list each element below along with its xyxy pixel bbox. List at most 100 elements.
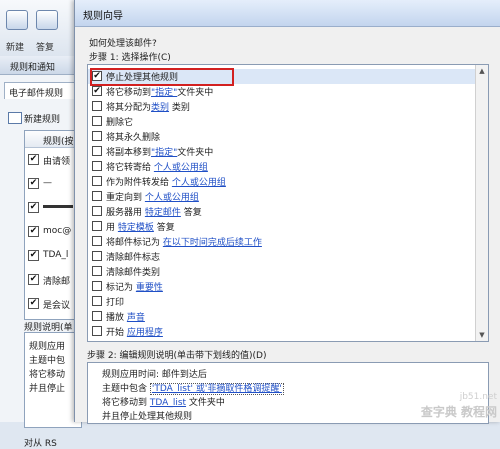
rule-name: 由请领 <box>43 157 71 167</box>
rule-row[interactable]: ✔ 清除邮 <box>27 271 81 287</box>
action-item[interactable]: 清除邮件标志 <box>88 249 476 264</box>
action-value-link[interactable]: "指定" <box>151 88 177 98</box>
rule-name: 是会议 <box>43 301 71 311</box>
desc-line-1: 规则应用时间: 邮件到达后 <box>102 370 207 380</box>
action-checkbox[interactable] <box>92 116 102 126</box>
action-item[interactable]: 将副本移到"指定"文件夹中 <box>88 144 476 159</box>
subject-words-link[interactable]: 'TDA_list' 或'非摘取件格调提醒' <box>149 383 284 395</box>
desc-prefix: 将它移动到 <box>102 398 148 408</box>
action-text: 标记为 <box>106 283 136 293</box>
reply-icon[interactable] <box>36 10 58 30</box>
action-value-link[interactable]: 在以下时间完成后续工作 <box>163 238 262 248</box>
action-item[interactable]: 开始 应用程序 <box>88 324 476 339</box>
action-checkbox[interactable] <box>92 161 102 171</box>
action-item[interactable]: 标记为 重要性 <box>88 279 476 294</box>
action-label: 将其分配为类别 类别 <box>106 100 190 113</box>
action-label: 将它转寄给 个人或公用组 <box>106 160 208 173</box>
action-value-link[interactable]: 应用程序 <box>127 328 163 338</box>
action-item[interactable]: 播放 声音 <box>88 309 476 324</box>
rule-row[interactable]: ✔ TDA_l <box>27 247 81 263</box>
folder-link[interactable]: TDA_list <box>150 398 186 408</box>
action-label: 开始 应用程序 <box>106 325 163 338</box>
action-list-scrollbar[interactable]: ▲ ▼ <box>475 65 488 341</box>
action-item[interactable]: 将其永久删除 <box>88 129 476 144</box>
scroll-up-icon[interactable]: ▲ <box>477 65 487 77</box>
ribbon-reply-label: 答复 <box>36 43 55 53</box>
desc-line: 规则应用 <box>29 342 66 352</box>
scroll-down-icon[interactable]: ▼ <box>477 329 487 341</box>
rule-checkbox[interactable]: ✔ <box>28 250 39 261</box>
action-checkbox[interactable] <box>92 176 102 186</box>
rule-checkbox[interactable]: ✔ <box>28 298 39 309</box>
action-label: 删除它 <box>106 115 133 128</box>
action-checkbox[interactable] <box>92 281 102 291</box>
action-item[interactable]: 将其分配为类别 类别 <box>88 99 476 114</box>
action-item[interactable]: 重定向到 个人或公用组 <box>88 189 476 204</box>
rule-row[interactable]: ✔ <box>27 199 81 215</box>
action-item[interactable]: 清除邮件类别 <box>88 264 476 279</box>
action-checkbox[interactable] <box>92 251 102 261</box>
action-label: 重定向到 个人或公用组 <box>106 190 199 203</box>
action-checkbox[interactable] <box>92 191 102 201</box>
action-value-link[interactable]: 个人或公用组 <box>145 193 199 203</box>
action-label: 将副本移到"指定"文件夹中 <box>106 145 213 158</box>
desc-line: 并且停止 <box>29 384 66 394</box>
rule-checkbox[interactable]: ✔ <box>28 178 39 189</box>
action-value-link[interactable]: 个人或公用组 <box>172 178 226 188</box>
action-text: 服务器用 <box>106 208 145 218</box>
action-text: 答复 <box>180 208 202 218</box>
rule-row[interactable]: ✔ 是会议 <box>27 295 81 311</box>
action-value-link[interactable]: 个人或公用组 <box>154 163 208 173</box>
action-checkbox[interactable] <box>92 131 102 141</box>
new-rule-icon <box>8 112 22 124</box>
action-value-link[interactable]: 类别 <box>151 103 169 113</box>
action-checkbox[interactable] <box>92 221 102 231</box>
action-item[interactable]: ✔ 将它移动到"指定"文件夹中 <box>88 84 476 99</box>
rule-row[interactable]: ✔ moc@ <box>27 223 81 239</box>
action-item[interactable]: 将它转寄给 个人或公用组 <box>88 159 476 174</box>
rss-checkbox[interactable]: 对从 RS <box>24 436 57 449</box>
rule-checkbox[interactable]: ✔ <box>28 154 39 165</box>
tab-email-rules[interactable]: 电子邮件规则 <box>4 82 82 99</box>
rule-checkbox[interactable]: ✔ <box>28 274 39 285</box>
action-checkbox[interactable] <box>92 236 102 246</box>
rule-row[interactable]: ✔ 由请领 <box>27 151 81 167</box>
action-checkbox[interactable] <box>92 146 102 156</box>
action-checkbox[interactable] <box>92 326 102 336</box>
action-value-link[interactable]: 重要性 <box>136 283 163 293</box>
action-checkbox[interactable] <box>92 101 102 111</box>
action-item[interactable]: 删除它 <box>88 114 476 129</box>
action-checkbox[interactable] <box>92 266 102 276</box>
action-text: 作为附件转发给 <box>106 178 172 188</box>
action-item[interactable]: 服务器用 特定邮件 答复 <box>88 204 476 219</box>
rule-row[interactable]: ✔ — <box>27 175 81 191</box>
rule-checkbox[interactable]: ✔ <box>28 226 39 237</box>
action-label: 打印 <box>106 295 124 308</box>
new-rule-button[interactable]: 新建规则 <box>24 112 60 125</box>
action-checkbox[interactable]: ✔ <box>92 86 102 96</box>
rules-wizard-dialog: 规则向导 如何处理该邮件? 步骤 1: 选择操作(C) ✔ 停止处理其他规则 ✔ 将它… <box>74 0 500 424</box>
action-checkbox[interactable] <box>92 311 102 321</box>
action-text: 将其永久删除 <box>106 133 161 143</box>
rule-name: moc@ <box>43 226 72 236</box>
action-text: 将它转寄给 <box>106 163 154 173</box>
action-item[interactable]: 作为附件转发给 个人或公用组 <box>88 174 476 189</box>
action-text: 文件夹中 <box>177 148 214 158</box>
action-value-link[interactable]: 特定邮件 <box>145 208 181 218</box>
action-checkbox[interactable] <box>92 206 102 216</box>
rule-checkbox[interactable]: ✔ <box>28 202 39 213</box>
action-text: 类别 <box>169 103 190 113</box>
action-label: 用 特定模板 答复 <box>106 220 175 233</box>
action-label: 播放 声音 <box>106 310 145 323</box>
action-item[interactable]: 将邮件标记为 在以下时间完成后续工作 <box>88 234 476 249</box>
action-item[interactable]: 用 特定模板 答复 <box>88 219 476 234</box>
action-text: 将邮件标记为 <box>106 238 163 248</box>
action-value-link[interactable]: "指定" <box>151 148 177 158</box>
action-value-link[interactable]: 特定模板 <box>118 223 154 233</box>
action-label: 清除邮件标志 <box>106 250 160 263</box>
action-checkbox[interactable] <box>92 296 102 306</box>
new-mail-icon[interactable] <box>6 10 28 30</box>
action-list[interactable]: ✔ 停止处理其他规则 ✔ 将它移动到"指定"文件夹中 将其分配为类别 类别 删除它 将其永久… <box>87 64 489 342</box>
action-value-link[interactable]: 声音 <box>127 313 145 323</box>
action-item[interactable]: 打印 <box>88 294 476 309</box>
